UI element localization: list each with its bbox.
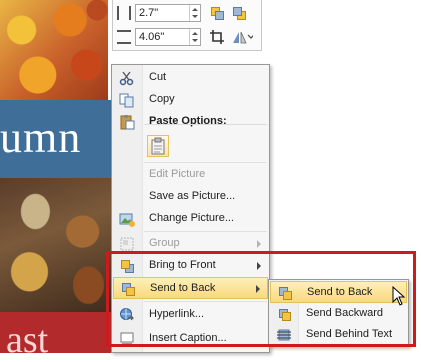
group-icon: [119, 236, 135, 252]
copy-icon: [119, 92, 135, 108]
submenu-send-to-back-label: Send to Back: [307, 286, 373, 298]
menu-item-bring-to-front[interactable]: Bring to Front: [113, 255, 268, 277]
height-field[interactable]: 2.7": [135, 4, 201, 22]
menu-item-hyperlink[interactable]: Hyperlink...: [113, 304, 268, 326]
submenu-send-backward-label: Send Backward: [306, 307, 384, 319]
mouse-cursor-icon: [392, 286, 406, 306]
height-value: 2.7": [139, 7, 159, 19]
width-field[interactable]: 4.06": [135, 28, 201, 46]
send-backward-icon: [276, 306, 292, 322]
hyperlink-icon: [119, 307, 135, 323]
bring-to-front-icon: [119, 258, 135, 274]
menu-item-group: Group: [113, 233, 268, 255]
scissors-icon: [119, 70, 135, 86]
send-to-back-icon: [277, 285, 293, 301]
group-label: Group: [149, 237, 180, 249]
edit-picture-label: Edit Picture: [149, 168, 206, 180]
menu-paste-options-header: Paste Options:: [113, 111, 268, 133]
bring-forward-icon[interactable]: [209, 5, 225, 21]
insert-caption-label: Insert Caption...: [149, 332, 227, 344]
bring-to-front-label: Bring to Front: [149, 259, 216, 271]
size-ribbon: 2.7" 4.06": [112, 0, 262, 51]
menu-item-send-to-back[interactable]: Send to Back: [113, 277, 268, 299]
shape-height-icon: [117, 6, 131, 20]
paste-header-rule: [144, 124, 267, 125]
menu-item-save-as-picture[interactable]: Save as Picture...: [113, 186, 268, 208]
submenu-item-send-behind-text[interactable]: Send Behind Text: [270, 324, 407, 346]
document-title-fragment: umn: [0, 113, 82, 162]
width-row: 4.06": [117, 27, 201, 47]
menu-separator: [144, 162, 267, 163]
food-photo[interactable]: [0, 178, 118, 312]
send-to-back-icon: [120, 281, 136, 297]
submenu-item-send-backward[interactable]: Send Backward: [270, 303, 407, 325]
cut-label: Cut: [149, 71, 167, 83]
submenu-arrow-icon: [257, 240, 261, 248]
width-value: 4.06": [139, 31, 165, 43]
menu-separator: [144, 301, 267, 302]
menu-item-change-picture[interactable]: Change Picture...: [113, 208, 268, 230]
width-spinner[interactable]: [189, 29, 200, 45]
bottom-banner-fragment: ast: [6, 319, 49, 361]
copy-label: Copy: [149, 93, 175, 105]
send-to-back-submenu: Send to Back Send Backward Send Behind T…: [268, 279, 409, 347]
height-spinner[interactable]: [189, 5, 200, 21]
submenu-send-behind-text-label: Send Behind Text: [306, 328, 393, 340]
submenu-arrow-icon: [256, 285, 260, 293]
menu-item-insert-caption[interactable]: Insert Caption...: [113, 328, 268, 350]
change-picture-icon: [119, 211, 135, 227]
shape-width-icon: [117, 30, 131, 44]
insert-caption-icon: [119, 331, 135, 347]
menu-separator: [144, 231, 267, 232]
send-backward-icon[interactable]: [231, 5, 247, 21]
submenu-arrow-icon: [257, 262, 261, 270]
autumn-leaves-photo[interactable]: [0, 0, 108, 100]
paste-options-label: Paste Options:: [149, 115, 227, 127]
paste-keep-source-button[interactable]: [147, 135, 169, 157]
change-picture-label: Change Picture...: [149, 212, 234, 224]
rotate-icon[interactable]: [231, 29, 255, 45]
menu-item-copy[interactable]: Copy: [113, 89, 268, 111]
send-behind-text-icon: [276, 327, 292, 343]
menu-item-cut[interactable]: Cut: [113, 67, 268, 89]
save-as-picture-label: Save as Picture...: [149, 190, 236, 202]
height-row: 2.7": [117, 3, 201, 23]
send-to-back-label: Send to Back: [150, 282, 216, 294]
hyperlink-label: Hyperlink...: [149, 308, 205, 320]
paste-icon: [119, 114, 135, 130]
crop-icon[interactable]: [209, 29, 225, 45]
context-menu: Cut Copy Paste Options: Edit Picture Sav…: [111, 64, 270, 353]
submenu-item-send-to-back[interactable]: Send to Back: [270, 281, 407, 303]
clipboard-icon: [151, 137, 165, 155]
menu-item-edit-picture: Edit Picture: [113, 164, 268, 186]
